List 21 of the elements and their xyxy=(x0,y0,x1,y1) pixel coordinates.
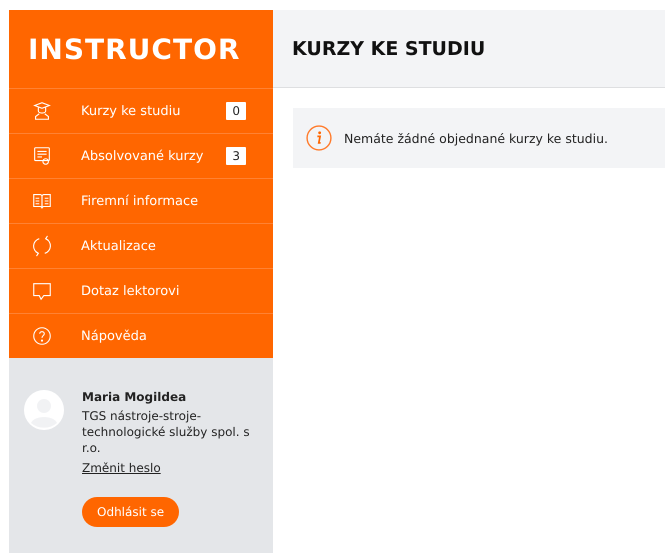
help-icon xyxy=(31,325,53,347)
menu-item[interactable]: Aktualizace xyxy=(9,223,273,268)
chat-icon xyxy=(31,280,53,302)
certificate-icon xyxy=(31,145,53,167)
user-name: Maria Mogildea xyxy=(82,390,186,404)
notice-text: Nemáte žádné objednané kurzy ke studiu. xyxy=(344,130,608,146)
company-name: TGS nástroje-stroje-technologické služby spol. s r.o. xyxy=(82,408,251,456)
logo: INSTRUCTOR xyxy=(28,32,240,66)
info-icon xyxy=(306,125,332,151)
change-password-link[interactable]: Změnit heslo xyxy=(82,461,161,475)
count-badge: 0 xyxy=(226,102,246,120)
logout-button[interactable]: Odhlásit se xyxy=(82,497,180,527)
refresh-icon xyxy=(31,235,53,257)
menu-item[interactable]: Kurzy ke studiu 0 xyxy=(9,88,273,133)
menu-item[interactable]: Dotaz lektorovi xyxy=(9,268,273,313)
person-cap-icon xyxy=(31,100,53,122)
page-title: KURZY KE STUDIU xyxy=(292,38,486,60)
menu-item[interactable]: Absolvované kurzy 3 xyxy=(9,133,273,178)
menu-item[interactable]: Firemní informace xyxy=(9,178,273,223)
avatar-icon xyxy=(24,390,64,430)
count-badge: 3 xyxy=(226,147,246,165)
